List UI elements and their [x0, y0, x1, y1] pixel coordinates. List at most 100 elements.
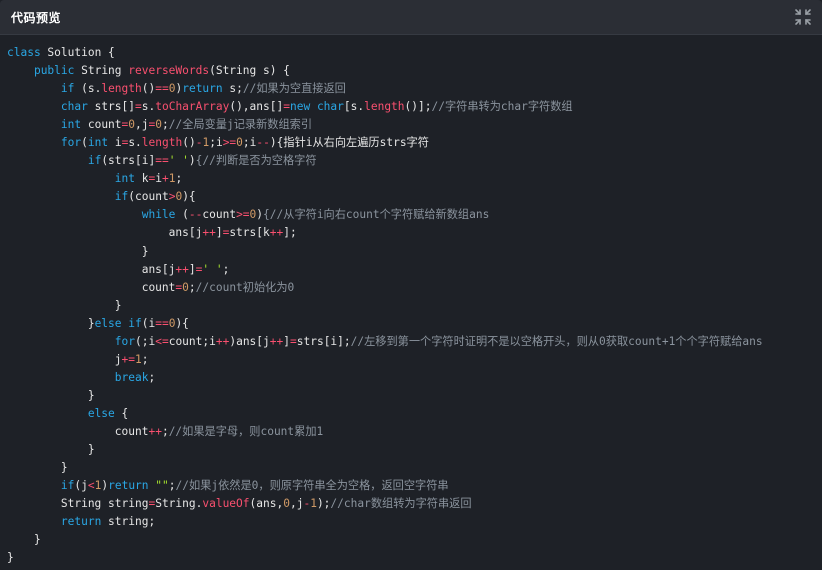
code-token: ()];: [404, 100, 432, 114]
code-token: k: [135, 172, 149, 186]
code-token: ==: [155, 316, 169, 330]
code-token: ,j: [289, 497, 304, 511]
code-token: 0: [236, 136, 243, 150]
code-line: if(j<1)return "";//如果j依然是0，则原字符串全为空格，返回空…: [7, 477, 763, 495]
code-line: if (s.length()==0)return s;//如果为空直接返回: [7, 80, 763, 98]
code-token: >=: [236, 208, 250, 222]
code-token: );: [316, 497, 331, 511]
code-token: //如果j依然是0，则原字符串全为空格，返回空字符串: [175, 479, 449, 493]
code-token: (i: [141, 316, 156, 330]
code-token: (;i: [135, 334, 156, 348]
code-token: int: [114, 172, 135, 186]
code-token: }: [7, 551, 14, 565]
code-token: }: [7, 443, 95, 457]
code-token: break: [114, 370, 149, 384]
code-token: 0: [155, 118, 163, 132]
code-token: return: [182, 82, 223, 96]
code-token: while: [141, 208, 176, 222]
code-token: length: [141, 136, 183, 150]
code-line: count=0;//count初始化为0: [7, 279, 763, 297]
code-token: count: [7, 280, 176, 294]
code-line: int count=0,j=0;//全局变量j记录新数组索引: [7, 116, 763, 134]
code-line: break;: [7, 369, 763, 387]
code-line: }: [7, 297, 763, 315]
code-token: (strs[i]: [101, 154, 156, 168]
code-token: s;: [222, 82, 243, 96]
code-token: char: [316, 100, 344, 114]
code-token: new: [289, 100, 311, 114]
code-token: //全局变量j记录新数组索引: [168, 118, 313, 132]
code-token: valueOf: [202, 497, 250, 511]
code-line: }: [7, 441, 763, 459]
code-token: ;: [188, 280, 196, 294]
code-token: ++: [202, 226, 216, 240]
code-token: for: [60, 136, 82, 150]
code-token: //左移到第一个字符时证明不是以空格开头，则从0获取count+1个个字符赋给a…: [350, 334, 763, 348]
code-token: String.: [155, 497, 203, 511]
code-token: //字符串转为char字符数组: [431, 100, 573, 114]
code-token: ;: [222, 262, 230, 276]
code-token: {指针i从右向左遍历strs字符: [276, 136, 429, 150]
code-token: ];: [283, 226, 297, 240]
code-token: (: [81, 136, 88, 150]
code-line: public String reverseWords(String s) {: [7, 62, 763, 80]
code-token: }: [7, 298, 122, 312]
code-token: ' ': [168, 154, 189, 168]
code-token: s.: [128, 136, 142, 150]
code-token: =: [135, 100, 142, 114]
code-token: (),ans[]: [229, 100, 284, 114]
code-block[interactable]: class Solution { public String reverseWo…: [7, 44, 763, 567]
code-token: }: [7, 388, 95, 402]
code-token: (String s) {: [209, 64, 290, 78]
code-token: +=: [121, 352, 135, 366]
code-token: ++: [175, 262, 189, 276]
code-token: (count: [128, 190, 169, 204]
code-token: count: [7, 424, 149, 438]
code-line: else {: [7, 405, 763, 423]
code-token: count: [202, 208, 237, 222]
code-token: ==: [155, 154, 169, 168]
code-token: +: [161, 172, 169, 186]
code-line: }: [7, 387, 763, 405]
collapse-icon[interactable]: [794, 8, 812, 26]
code-token: public: [33, 64, 75, 78]
code-token: ;: [162, 118, 169, 132]
code-line: if(strs[i]==' '){//判断是否为空格字符: [7, 152, 763, 170]
code-token: count: [81, 118, 122, 132]
code-token: ,j: [135, 118, 149, 132]
code-line: if(count>0){: [7, 188, 763, 206]
code-token: ;: [175, 172, 183, 186]
code-token: if: [87, 154, 102, 168]
code-token: (): [182, 136, 196, 150]
code-token: char: [60, 100, 88, 114]
code-token: "": [155, 479, 169, 493]
code-token: count;i: [168, 334, 216, 348]
code-token: if: [60, 479, 75, 493]
code-token: ;: [168, 479, 176, 493]
code-token: ;: [141, 352, 149, 366]
code-token: string;: [101, 515, 156, 529]
code-line: return string;: [7, 513, 763, 531]
code-line: ans[j++]=' ';: [7, 261, 763, 279]
code-token: )ans[j: [229, 334, 270, 348]
code-token: length: [101, 82, 142, 96]
code-token: i: [155, 172, 162, 186]
code-token: int: [60, 118, 82, 132]
code-token: for: [114, 334, 135, 348]
code-token: reverseWords: [128, 64, 210, 78]
code-token: (: [175, 208, 189, 222]
code-token: class: [7, 46, 41, 59]
code-token: ++: [148, 424, 162, 438]
code-line: j+=1;: [7, 351, 763, 369]
code-token: strs[]: [87, 100, 135, 114]
code-token: s.: [141, 100, 156, 114]
